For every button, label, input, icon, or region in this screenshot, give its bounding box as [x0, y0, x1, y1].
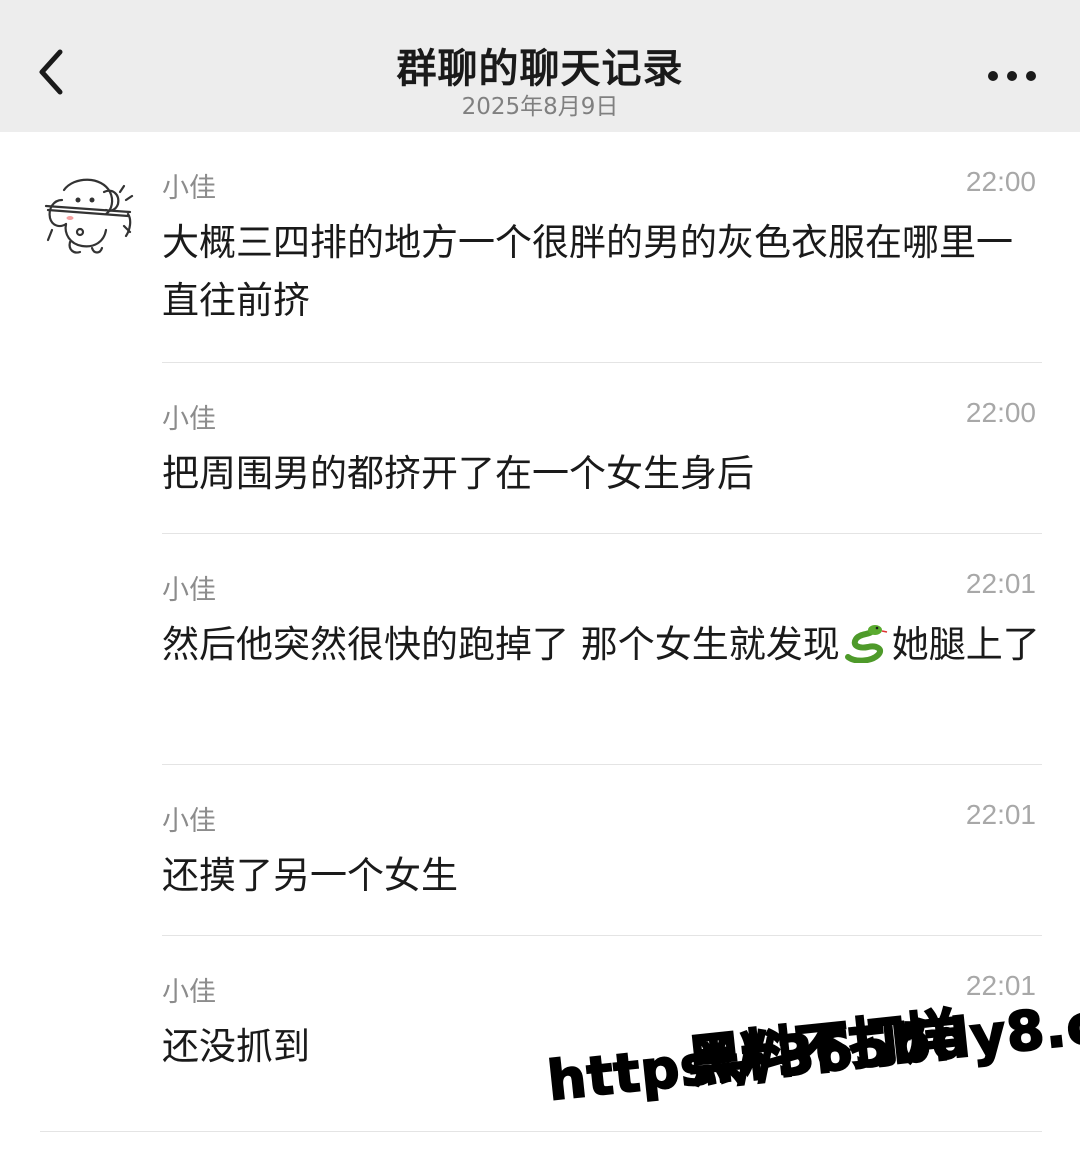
message-text: 把周围男的都挤开了在一个女生身后: [162, 452, 754, 495]
message-text: 还没抓到: [162, 1025, 310, 1068]
chat-date: 2025年8月9日: [461, 94, 619, 120]
message-text-before: 然后他突然很快的跑掉了 那个女生就发现: [162, 623, 840, 666]
message-text-after: 她腿上了: [891, 623, 1040, 666]
message-sender: 小佳: [162, 575, 216, 606]
message-sender: 小佳: [162, 173, 216, 204]
more-options-button[interactable]: [978, 58, 1046, 94]
message-time: 22:01: [965, 568, 1036, 599]
chat-history-header: 群聊的聊天记录 2025年8月9日: [0, 0, 1080, 132]
message-time: 22:01: [965, 799, 1036, 830]
avatar[interactable]: [40, 170, 136, 258]
message-time: 22:01: [965, 970, 1036, 1001]
more-dots-icon: [988, 71, 998, 81]
divider: [162, 533, 1042, 534]
message-item[interactable]: 小佳 22:01 还摸了另一个女生: [162, 799, 1042, 929]
message-time: 22:00: [965, 397, 1036, 428]
message-text: 大概三四排的地方一个很胖的男的灰色衣服在哪里一直往前挤: [162, 221, 1013, 322]
message-item[interactable]: 小佳 22:00 把周围男的都挤开了在一个女生身后: [162, 397, 1042, 527]
message-sender: 小佳: [162, 977, 216, 1008]
message-item[interactable]: 小佳 22:00 大概三四排的地方一个很胖的男的灰色衣服在哪里一直往前挤: [162, 166, 1042, 356]
message-item[interactable]: 小佳 22:01 然后他突然很快的跑掉了 那个女生就发现 她腿上了: [162, 568, 1042, 758]
message-item[interactable]: 小佳 22:01 还没抓到: [162, 970, 1042, 1100]
message-text: 然后他突然很快的跑掉了 那个女生就发现 她腿上了: [162, 616, 1042, 674]
divider: [40, 1131, 1042, 1132]
cartoon-dog-avatar-icon: [44, 178, 134, 254]
message-time: 22:00: [965, 166, 1036, 197]
page-title: 群聊的聊天记录: [396, 46, 684, 92]
message-sender: 小佳: [162, 404, 216, 435]
divider: [162, 362, 1042, 363]
divider: [162, 935, 1042, 936]
message-sender: 小佳: [162, 806, 216, 837]
message-text: 还摸了另一个女生: [162, 854, 458, 897]
snake-emoji-icon: [844, 625, 887, 663]
divider: [162, 764, 1042, 765]
